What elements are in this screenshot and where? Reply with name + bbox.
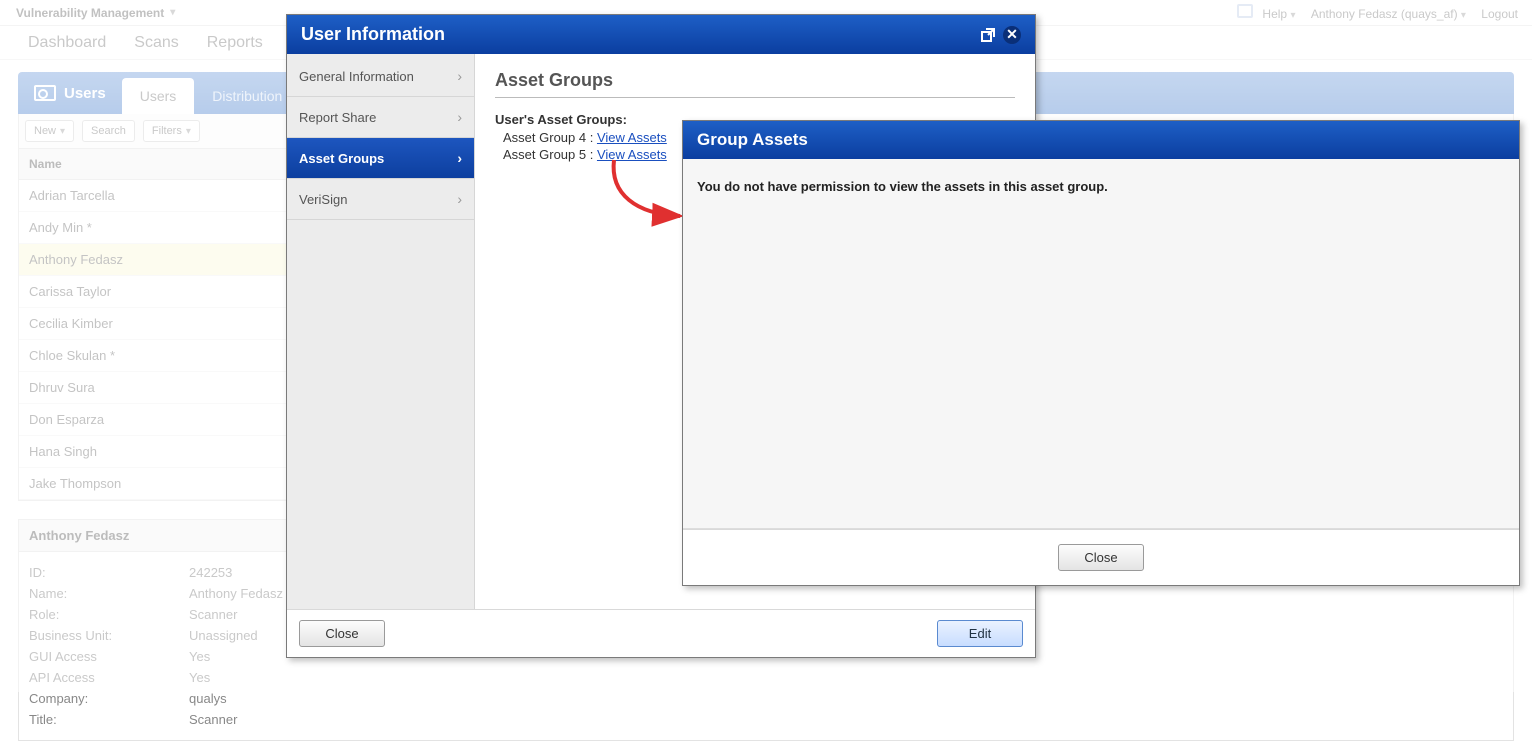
asset-group-name: Asset Group 4: [503, 130, 586, 145]
dialog-title: User Information: [301, 24, 973, 45]
dialog-title: Group Assets: [697, 130, 1505, 150]
detail-value: Scanner: [189, 712, 237, 727]
sidebar-item-label: Asset Groups: [299, 151, 384, 166]
dialog-titlebar[interactable]: Group Assets: [683, 121, 1519, 159]
detail-row: Title:Scanner: [29, 709, 1503, 730]
group-assets-dialog: Group Assets You do not have permission …: [682, 120, 1520, 586]
asset-group-name: Asset Group 5: [503, 147, 586, 162]
chevron-right-icon: ›: [457, 150, 462, 166]
view-assets-link[interactable]: View Assets: [597, 130, 667, 145]
sidebar-item[interactable]: Report Share ›: [287, 97, 474, 138]
section-heading: Asset Groups: [495, 70, 1015, 91]
permission-message: You do not have permission to view the a…: [697, 179, 1505, 194]
dialog-sidebar: General Information›Report Share›Asset G…: [287, 54, 475, 609]
edit-button[interactable]: Edit: [937, 620, 1023, 647]
sidebar-item-label: Report Share: [299, 110, 376, 125]
chevron-right-icon: ›: [457, 191, 462, 207]
view-assets-link[interactable]: View Assets: [597, 147, 667, 162]
close-icon[interactable]: ✕: [1003, 26, 1021, 44]
sidebar-item-label: General Information: [299, 69, 414, 84]
sidebar-item[interactable]: Asset Groups ›: [287, 138, 474, 179]
close-button[interactable]: Close: [299, 620, 385, 647]
dialog-titlebar[interactable]: User Information ✕: [287, 15, 1035, 54]
close-button[interactable]: Close: [1058, 544, 1144, 571]
sidebar-item[interactable]: VeriSign ›: [287, 179, 474, 220]
sidebar-item-label: VeriSign: [299, 192, 347, 207]
detail-value: qualys: [189, 691, 227, 706]
sidebar-item[interactable]: General Information ›: [287, 56, 474, 97]
chevron-right-icon: ›: [457, 68, 462, 84]
detail-key: Title:: [29, 712, 189, 727]
chevron-right-icon: ›: [457, 109, 462, 125]
popout-icon[interactable]: [979, 26, 997, 44]
detail-key: Company:: [29, 691, 189, 706]
